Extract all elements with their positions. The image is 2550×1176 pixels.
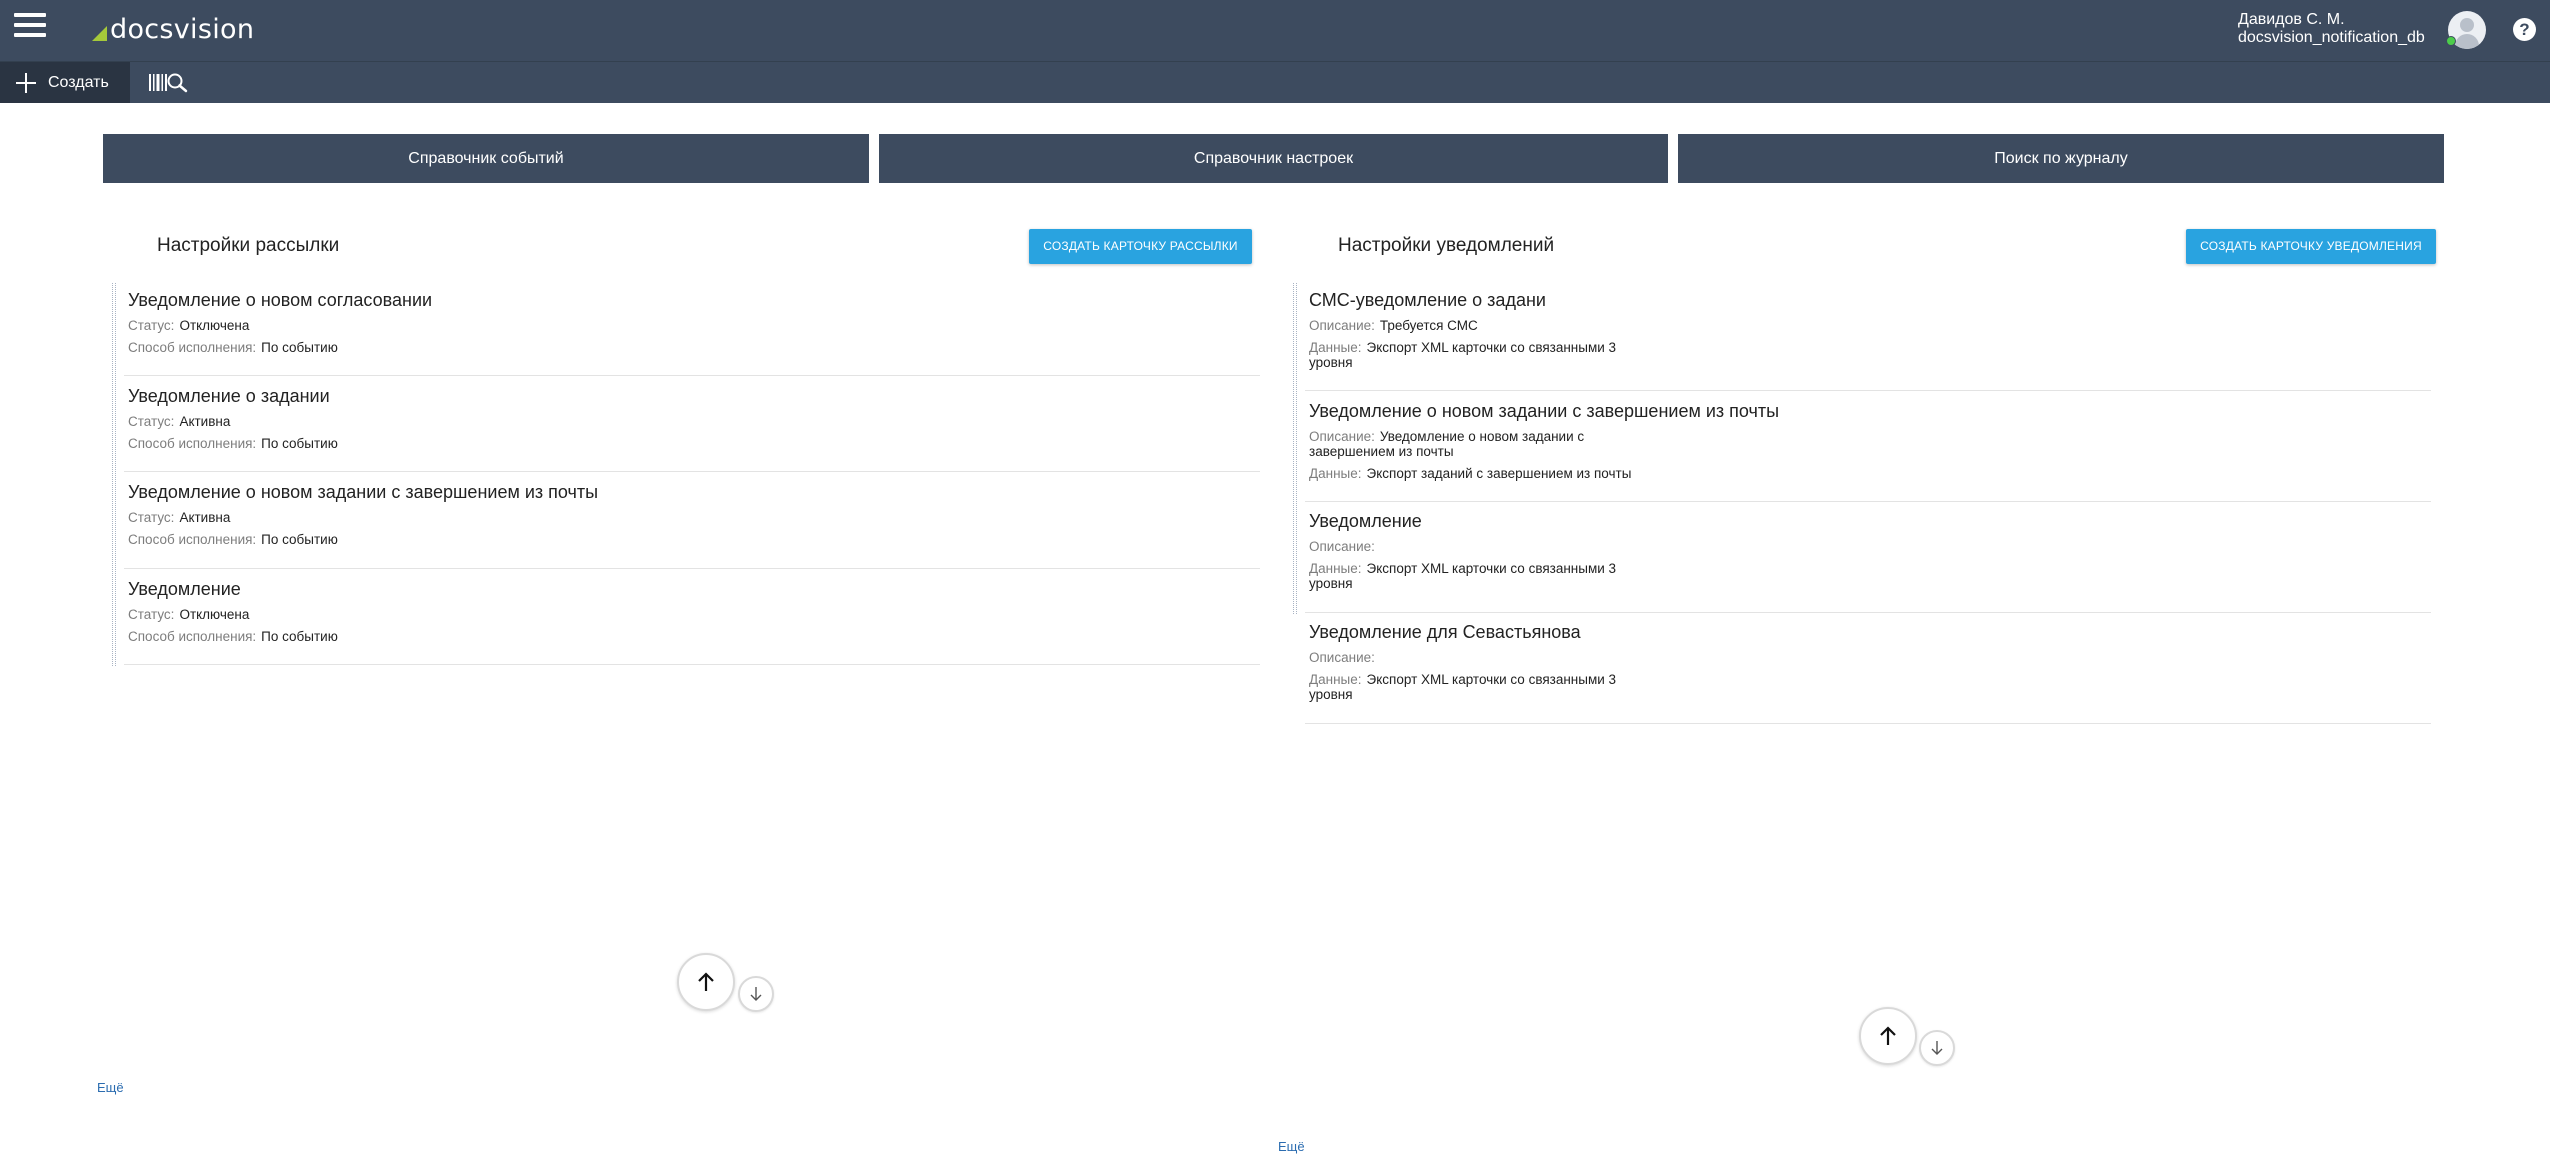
mailing-more-link[interactable]: Ещё [97, 1080, 124, 1095]
item-title: Уведомление о новом согласовании [128, 290, 433, 310]
list-rail [1293, 283, 1297, 614]
settings-directory-tile[interactable]: Справочник настроек [879, 134, 1668, 183]
arrow-up-icon [698, 972, 714, 991]
events-directory-tile[interactable]: Справочник событий [103, 134, 869, 183]
scroll-up-button[interactable] [1859, 1007, 1917, 1065]
logo-text: docsvision [110, 13, 255, 45]
item-mode: Способ исполнения: По событию [128, 340, 338, 355]
item-title: Уведомление о новом задании с завершение… [1309, 401, 1780, 421]
journal-search-tile[interactable]: Поиск по журналу [1678, 134, 2444, 183]
list-item[interactable]: Уведомление о новом задании с завершение… [1309, 400, 1779, 481]
divider [1305, 501, 2431, 502]
arrow-down-icon [750, 987, 762, 1001]
list-item[interactable]: Уведомление о новом задании с завершение… [128, 481, 598, 547]
item-description: Описание: [1309, 539, 1375, 554]
barcode-search-icon[interactable] [148, 71, 192, 95]
arrow-up-icon [1880, 1026, 1896, 1045]
item-status: Статус: Активна [128, 510, 231, 525]
user-name: Давидов С. М. [2238, 11, 2345, 28]
divider [124, 568, 1260, 569]
list-rail [112, 283, 116, 666]
plus-icon [16, 72, 36, 93]
item-title: Уведомление для Севастьянова [1309, 622, 1581, 642]
create-button-label: Создать [48, 73, 109, 91]
docsvision-logo[interactable]: docsvision [92, 11, 254, 47]
item-data: Данные: Экспорт XML карточки со связанным… [1309, 340, 1617, 370]
item-title: Уведомление [128, 579, 241, 599]
mailing-settings-title: Настройки рассылки [157, 235, 340, 256]
item-title: Уведомление о новом задании с завершение… [128, 482, 599, 502]
create-mailing-card-button[interactable]: СОЗДАТЬ КАРТОЧКУ РАССЫЛКИ [1029, 229, 1252, 264]
list-item[interactable]: Уведомление Статус: Отключена Способ испо… [128, 578, 468, 644]
item-data: Данные: Экспорт XML карточки со связанным… [1309, 672, 1617, 702]
scroll-down-button[interactable] [1919, 1030, 1955, 1066]
toolbar: Создать [0, 61, 2550, 103]
database-name: docsvision_notification_db [2238, 29, 2425, 46]
list-item[interactable]: Уведомление Описание: Данные: Экспорт XML… [1309, 510, 1649, 591]
notification-settings-title: Настройки уведомлений [1338, 235, 1555, 256]
help-icon[interactable]: ? [2513, 18, 2536, 41]
divider [1305, 390, 2431, 391]
arrow-down-icon [1931, 1041, 1943, 1055]
notification-list: СМС-уведомление о задани Описание: Требуе… [1293, 283, 2431, 724]
user-info[interactable]: Давидов С. М. docsvision_notification_db [2238, 11, 2438, 47]
divider [124, 471, 1260, 472]
item-status: Статус: Отключена [128, 607, 250, 622]
notifications-more-link[interactable]: Ещё [1278, 1139, 1305, 1154]
item-title: СМС-уведомление о задани [1309, 290, 1546, 310]
item-title: Уведомление о задании [128, 386, 330, 406]
scroll-down-button[interactable] [738, 976, 774, 1012]
item-mode: Способ исполнения: По событию [128, 532, 338, 547]
app-header: docsvision Давидов С. М. docsvision_noti… [0, 0, 2550, 61]
list-item[interactable]: СМС-уведомление о задани Описание: Требуе… [1309, 289, 1649, 370]
online-status-indicator [2446, 36, 2456, 46]
mailing-list: Уведомление о новом согласовании Статус:… [112, 283, 1260, 666]
item-mode: Способ исполнения: По событию [128, 436, 338, 451]
create-notification-card-button[interactable]: СОЗДАТЬ КАРТОЧКУ УВЕДОМЛЕНИЯ [2186, 229, 2436, 264]
list-item[interactable]: Уведомление о новом согласовании Статус:… [128, 289, 468, 355]
item-description: Описание: Требуется СМС [1309, 318, 1478, 333]
divider [124, 375, 1260, 376]
logo-mark-icon [92, 25, 107, 41]
item-title: Уведомление [1309, 511, 1422, 531]
item-data: Данные: Экспорт XML карточки со связанным… [1309, 561, 1617, 591]
divider [1305, 723, 2431, 724]
item-status: Статус: Активна [128, 414, 231, 429]
divider [1305, 612, 2431, 613]
item-mode: Способ исполнения: По событию [128, 629, 338, 644]
list-item[interactable]: Уведомление для Севастьянова Описание: Д… [1309, 621, 1649, 702]
item-description: Описание: [1309, 650, 1375, 665]
divider [124, 664, 1260, 665]
list-item[interactable]: Уведомление о задании Статус: Активна Спо… [128, 385, 468, 451]
scroll-up-button[interactable] [677, 953, 735, 1011]
create-button[interactable]: Создать [0, 62, 130, 103]
item-data: Данные: Экспорт заданий с завершением из … [1309, 466, 1632, 481]
item-status: Статус: Отключена [128, 318, 250, 333]
hamburger-menu-icon[interactable] [14, 13, 46, 37]
item-description: Описание: Уведомление о новом задании с з… [1309, 429, 1585, 459]
